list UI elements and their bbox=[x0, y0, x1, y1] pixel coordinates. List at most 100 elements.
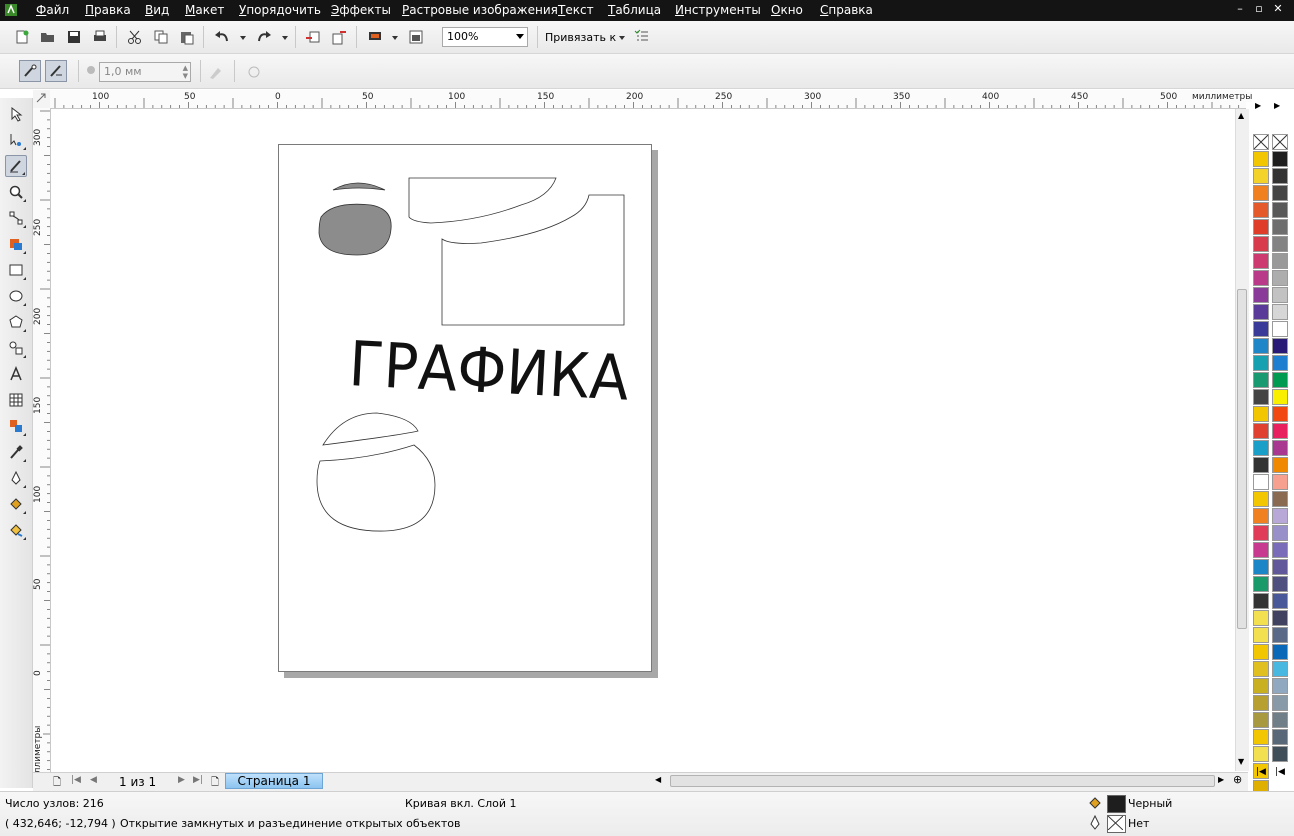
color-swatch[interactable] bbox=[1253, 355, 1269, 371]
drawing-canvas[interactable]: ГРАФИКА bbox=[51, 109, 1236, 771]
outline-pen-tool-icon[interactable] bbox=[5, 467, 27, 489]
color-swatch[interactable] bbox=[1272, 202, 1288, 218]
shape-tool-icon[interactable] bbox=[5, 129, 27, 151]
color-swatch[interactable] bbox=[1253, 219, 1269, 235]
color-swatch[interactable] bbox=[1272, 270, 1288, 286]
color-swatch[interactable] bbox=[1272, 661, 1288, 677]
text-tool-icon[interactable] bbox=[5, 363, 27, 385]
fill-tool-icon[interactable] bbox=[5, 493, 27, 515]
color-swatch[interactable] bbox=[1272, 440, 1288, 456]
color-swatch[interactable] bbox=[1253, 525, 1269, 541]
menu-help[interactable]: Справка bbox=[820, 3, 873, 17]
color-swatch[interactable] bbox=[1272, 678, 1288, 694]
art-text[interactable]: ГРАФИКА bbox=[347, 327, 630, 415]
nib-size-field[interactable]: 1,0 мм ▲ ▼ bbox=[99, 62, 191, 82]
snap-dropdown-icon[interactable] bbox=[619, 36, 625, 40]
color-swatch[interactable] bbox=[1272, 389, 1288, 405]
restore-icon[interactable]: ▫ bbox=[1251, 2, 1267, 15]
color-swatch[interactable] bbox=[1272, 406, 1288, 422]
copy-icon[interactable] bbox=[151, 27, 171, 47]
color-swatch[interactable] bbox=[1272, 644, 1288, 660]
color-swatch[interactable] bbox=[1253, 559, 1269, 575]
palette-scroll-icon[interactable]: ▶ bbox=[1255, 101, 1261, 110]
color-swatch[interactable] bbox=[1253, 168, 1269, 184]
color-swatch[interactable] bbox=[1272, 321, 1288, 337]
color-swatch[interactable] bbox=[1253, 389, 1269, 405]
spinner-icon[interactable]: ▲ ▼ bbox=[183, 64, 188, 80]
color-swatch[interactable] bbox=[1253, 372, 1269, 388]
eyedropper-tool-icon[interactable] bbox=[5, 441, 27, 463]
smear-tool-icon[interactable] bbox=[5, 155, 27, 177]
color-swatch[interactable] bbox=[1253, 338, 1269, 354]
color-swatch[interactable] bbox=[1272, 695, 1288, 711]
color-swatch[interactable] bbox=[1253, 678, 1269, 694]
color-swatch[interactable] bbox=[1253, 593, 1269, 609]
color-swatch[interactable] bbox=[1253, 644, 1269, 660]
color-swatch[interactable] bbox=[1272, 474, 1288, 490]
smart-fill-tool-icon[interactable] bbox=[5, 233, 27, 255]
menu-layout[interactable]: Макет bbox=[185, 3, 224, 17]
export-icon[interactable] bbox=[329, 27, 349, 47]
color-swatch[interactable] bbox=[1253, 508, 1269, 524]
color-swatch[interactable] bbox=[1253, 610, 1269, 626]
new-document-icon[interactable] bbox=[12, 27, 32, 47]
color-swatch[interactable] bbox=[1253, 270, 1269, 286]
print-icon[interactable] bbox=[90, 27, 110, 47]
color-swatch[interactable] bbox=[1272, 287, 1288, 303]
next-page-icon[interactable]: ▶ bbox=[178, 775, 185, 785]
color-swatch[interactable] bbox=[1253, 287, 1269, 303]
minimize-icon[interactable]: – bbox=[1232, 2, 1248, 15]
redo-icon[interactable] bbox=[254, 27, 274, 47]
paste-icon[interactable] bbox=[177, 27, 197, 47]
rectangle-tool-icon[interactable] bbox=[5, 259, 27, 281]
no-color-swatch[interactable] bbox=[1253, 134, 1269, 150]
outline-none-swatch[interactable] bbox=[1107, 815, 1126, 833]
color-swatch[interactable] bbox=[1253, 576, 1269, 592]
color-swatch[interactable] bbox=[1272, 525, 1288, 541]
launcher-dropdown-icon[interactable] bbox=[392, 36, 398, 40]
horizontal-ruler[interactable]: 100 50 0 50 100 150 200 250 300 350 400 … bbox=[50, 90, 1253, 109]
menu-bitmaps[interactable]: Растровые изображения bbox=[402, 3, 558, 17]
color-swatch[interactable] bbox=[1253, 457, 1269, 473]
color-swatch[interactable] bbox=[1253, 712, 1269, 728]
page-tab[interactable]: Страница 1 bbox=[225, 773, 323, 789]
last-page-icon[interactable]: ▶| bbox=[193, 775, 203, 785]
zoom-level-select[interactable]: 100% bbox=[442, 27, 528, 47]
color-swatch[interactable] bbox=[1253, 253, 1269, 269]
freehand-tool-icon[interactable] bbox=[5, 207, 27, 229]
vertical-scrollbar[interactable]: ▲ ▼ bbox=[1235, 109, 1249, 771]
previous-page-icon[interactable]: ◀ bbox=[90, 775, 97, 785]
color-swatch[interactable] bbox=[1272, 542, 1288, 558]
redo-dropdown-icon[interactable] bbox=[282, 36, 288, 40]
color-swatch[interactable] bbox=[1253, 406, 1269, 422]
basic-shapes-tool-icon[interactable] bbox=[5, 337, 27, 359]
scroll-up-icon[interactable]: ▲ bbox=[1238, 111, 1244, 120]
menu-file[interactable]: Файл bbox=[36, 3, 69, 17]
scroll-left-icon[interactable]: ◀ bbox=[655, 775, 661, 784]
color-swatch[interactable] bbox=[1253, 627, 1269, 643]
palette-scroll-icon[interactable]: ▶ bbox=[1274, 101, 1280, 110]
undo-icon[interactable] bbox=[212, 27, 232, 47]
zoom-tool-icon[interactable] bbox=[5, 181, 27, 203]
color-swatch[interactable] bbox=[1253, 729, 1269, 745]
add-page-before-icon[interactable]: 🗋 bbox=[53, 775, 61, 792]
color-swatch[interactable] bbox=[1272, 236, 1288, 252]
color-swatch[interactable] bbox=[1272, 576, 1288, 592]
interactive-blend-tool-icon[interactable] bbox=[5, 415, 27, 437]
snap-to-button[interactable]: Привязать к bbox=[545, 31, 616, 44]
menu-text[interactable]: Текст bbox=[558, 3, 594, 17]
color-swatch[interactable] bbox=[1272, 491, 1288, 507]
fill-color-swatch[interactable] bbox=[1107, 795, 1126, 813]
palette-expand-icon[interactable]: |◀ bbox=[1275, 767, 1285, 777]
color-swatch[interactable] bbox=[1253, 423, 1269, 439]
add-page-after-icon[interactable]: 🗋 bbox=[211, 775, 219, 792]
color-swatch[interactable] bbox=[1272, 304, 1288, 320]
cut-icon[interactable] bbox=[125, 27, 145, 47]
color-swatch[interactable] bbox=[1253, 304, 1269, 320]
vertical-scroll-thumb[interactable] bbox=[1237, 289, 1247, 629]
color-swatch[interactable] bbox=[1272, 593, 1288, 609]
open-folder-icon[interactable] bbox=[38, 27, 58, 47]
color-swatch[interactable] bbox=[1272, 151, 1288, 167]
import-icon[interactable] bbox=[303, 27, 323, 47]
menu-edit[interactable]: Правка bbox=[85, 3, 131, 17]
